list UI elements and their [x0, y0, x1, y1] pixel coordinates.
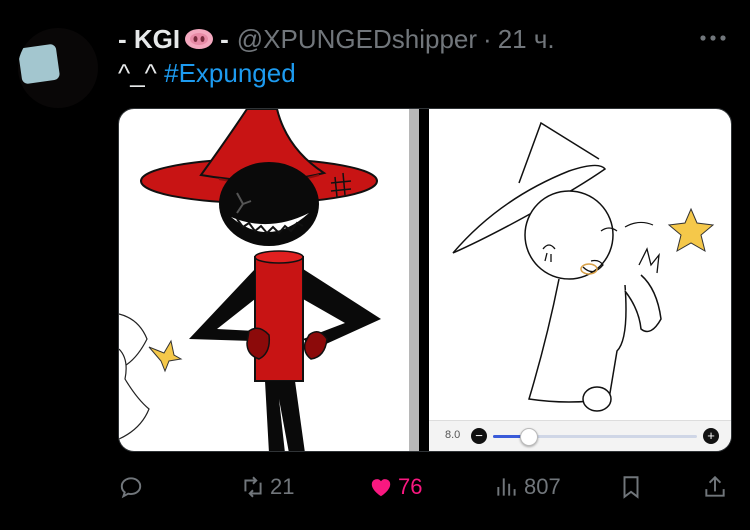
hashtag-link[interactable]: #Expunged: [164, 58, 296, 88]
views-count: 807: [524, 474, 561, 499]
tweet-timestamp[interactable]: 21 ч.: [498, 24, 555, 55]
media-image-left[interactable]: [119, 109, 409, 451]
retweet-icon: [244, 476, 262, 498]
retweet-button[interactable]: 21: [240, 470, 294, 504]
brush-size-value: 8.0: [445, 429, 461, 441]
share-button[interactable]: [702, 470, 728, 504]
reply-button[interactable]: [118, 470, 144, 504]
slider-track[interactable]: [493, 428, 697, 446]
avatar[interactable]: [18, 28, 98, 108]
display-name[interactable]: - KGI: [118, 24, 180, 55]
slider-minus-button[interactable]: −: [471, 428, 487, 444]
like-button[interactable]: 76: [368, 470, 422, 504]
sketch-character-illustration: [452, 121, 715, 412]
red-hat-character-illustration: [119, 109, 381, 451]
brush-size-slider-bar: 8.0 − +: [429, 420, 731, 451]
tweet-header: - KGI - @XPUNGEDshipper · 21 ч.: [118, 22, 555, 56]
display-name-suffix: -: [220, 23, 229, 54]
pig-nose-icon: [185, 29, 214, 49]
tweet-text: ^_^ #Expunged: [118, 58, 296, 89]
header-separator: ·: [483, 23, 492, 54]
media-divider: [409, 109, 419, 451]
slider-plus-button[interactable]: +: [703, 428, 719, 444]
media-divider-dark: [419, 109, 429, 451]
more-options-icon[interactable]: [698, 28, 728, 48]
bookmark-icon: [623, 476, 639, 499]
avatar-image: [18, 43, 61, 85]
like-count: 76: [398, 474, 423, 499]
retweet-count: 21: [270, 474, 295, 499]
slider-thumb[interactable]: [519, 428, 538, 446]
media-image-right[interactable]: 8.0 − +: [429, 109, 731, 451]
views-icon: [497, 478, 516, 496]
views-button[interactable]: 807: [494, 470, 561, 504]
tweet: - KGI - @XPUNGEDshipper · 21 ч. ^_^ #Exp…: [0, 0, 750, 530]
bookmark-button[interactable]: [618, 470, 644, 504]
heart-icon: [371, 479, 391, 497]
tweet-text-body: ^_^: [118, 58, 157, 88]
share-icon: [705, 475, 725, 497]
user-handle[interactable]: @XPUNGEDshipper: [237, 24, 477, 55]
tweet-actions: 21 76 807: [118, 470, 732, 504]
tweet-media: 8.0 − +: [118, 108, 732, 452]
reply-icon: [120, 477, 142, 499]
